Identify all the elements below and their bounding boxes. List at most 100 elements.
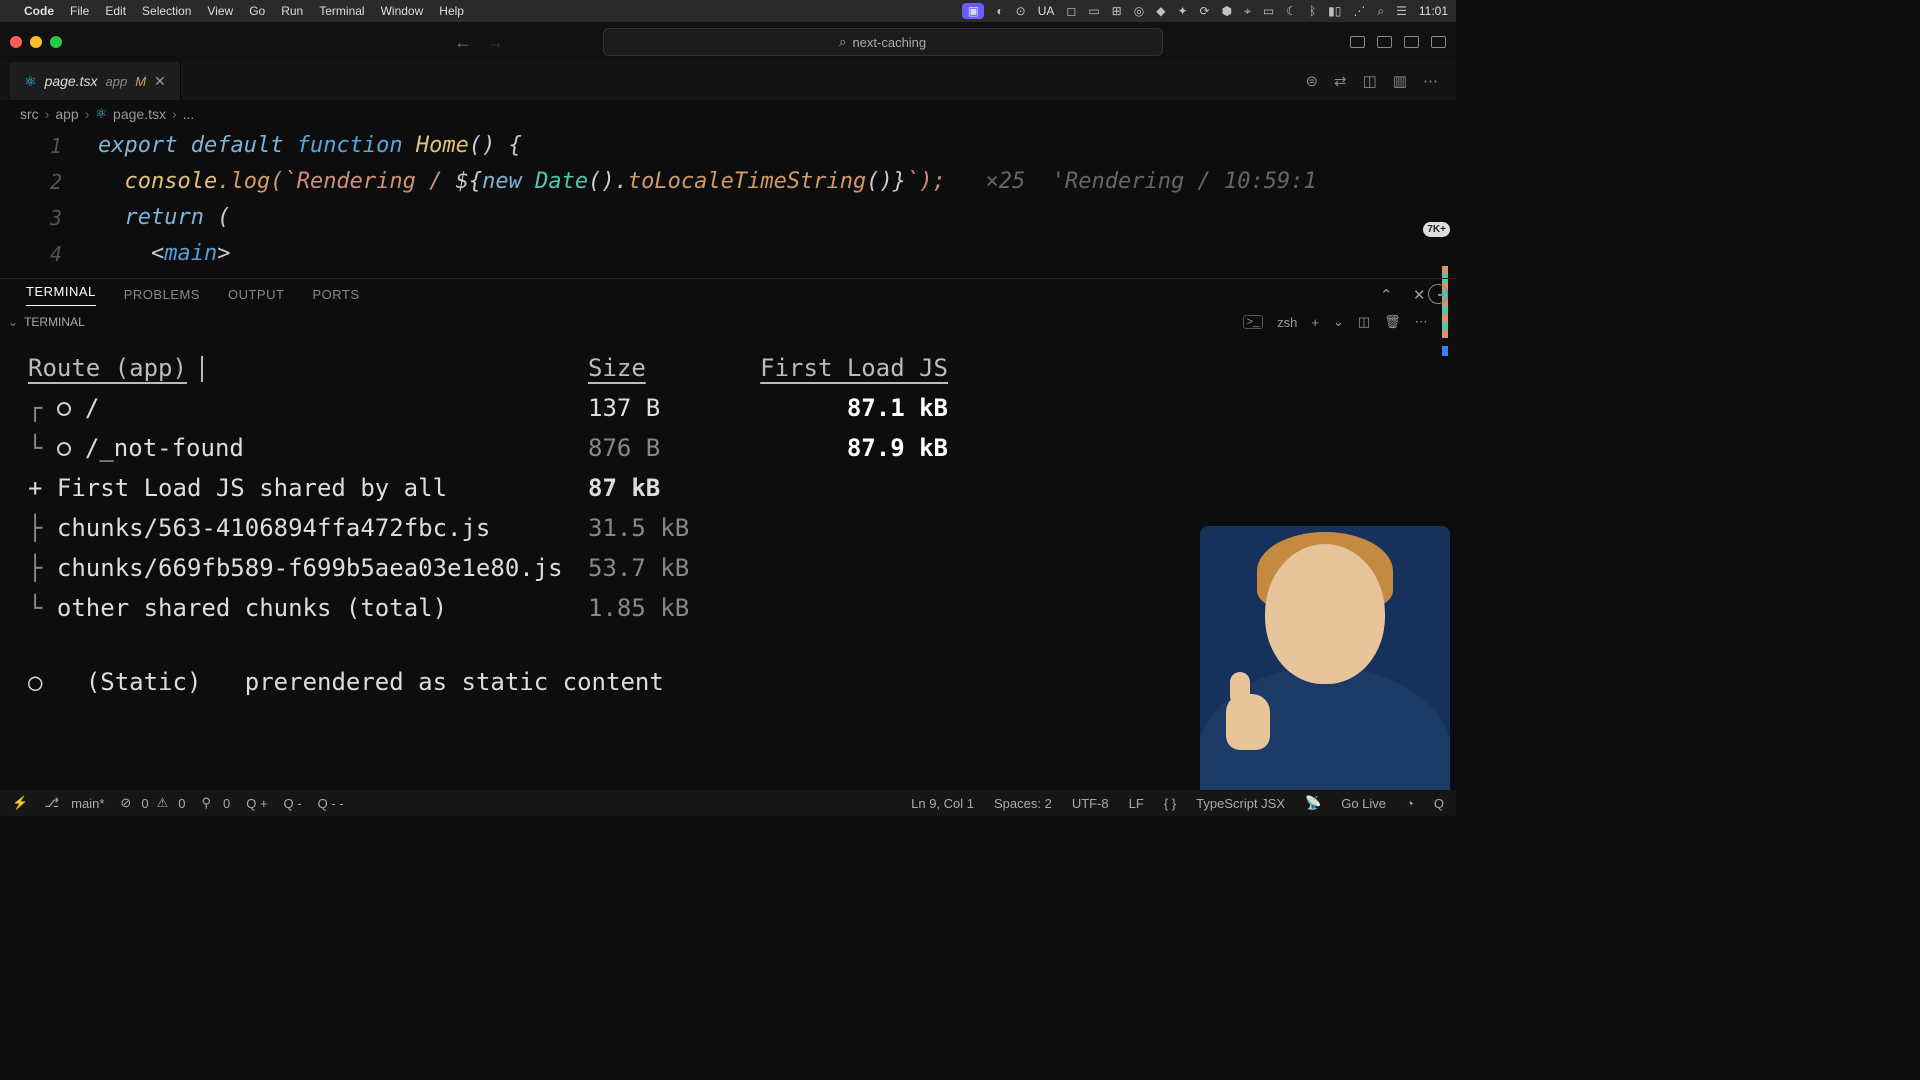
panel-close-icon[interactable]: ✕	[1413, 286, 1426, 304]
status-icon[interactable]: ⊙	[1016, 4, 1026, 18]
cursor-position[interactable]: Ln 9, Col 1	[911, 796, 974, 811]
status-icon[interactable]: ⟳	[1200, 4, 1210, 18]
minimize-window-button[interactable]	[30, 36, 42, 48]
menu-view[interactable]: View	[207, 4, 233, 18]
copilot-icon[interactable]: ⊜	[1305, 72, 1318, 90]
menu-selection[interactable]: Selection	[142, 4, 191, 18]
go-live-button[interactable]: Go Live	[1341, 796, 1386, 811]
panel-tab-terminal[interactable]: TERMINAL	[26, 284, 96, 306]
breadcrumb-seg[interactable]: src	[20, 106, 39, 122]
braces-icon[interactable]: { }	[1164, 796, 1176, 811]
search-icon[interactable]: ⌕	[1377, 4, 1384, 19]
ports-forwarded[interactable]: 0	[201, 795, 230, 811]
chevron-down-icon[interactable]: ⌄	[8, 315, 18, 329]
tab-close-icon[interactable]: ✕	[154, 73, 166, 90]
search-icon: ⌕	[839, 34, 846, 50]
language-mode[interactable]: TypeScript JSX	[1196, 796, 1285, 811]
nav-back-icon[interactable]: ←	[454, 32, 472, 53]
wifi-icon[interactable]: ⋰	[1353, 4, 1365, 18]
statusbar: ⚡ main* 0 0 0 Q + Q - Q - - Ln 9, Col 1 …	[0, 790, 1456, 816]
macos-menubar: Code File Edit Selection View Go Run Ter…	[0, 0, 1456, 22]
layout-terminal-icon[interactable]: ◫	[1358, 314, 1370, 330]
build-output-table: Route (app) Size First Load JS ┌ / 137 B…	[28, 348, 948, 628]
static-marker-icon: ○	[28, 668, 42, 696]
more-icon[interactable]: ⋯	[1415, 314, 1428, 330]
shell-name[interactable]: zsh	[1277, 315, 1297, 330]
status-q-plus[interactable]: Q +	[246, 796, 267, 811]
errors-icon[interactable]	[120, 795, 133, 811]
bluetooth-icon[interactable]: ᛒ	[1309, 4, 1316, 18]
location-icon[interactable]: ⌖	[1244, 4, 1251, 19]
tab-dir: app	[106, 74, 128, 89]
chunk-row: └ other shared chunks (total) 1.85 kB	[28, 588, 948, 628]
line-gutter: 1234	[0, 128, 80, 272]
breadcrumb-seg[interactable]: page.tsx	[113, 106, 166, 122]
moon-icon[interactable]: ☾	[1286, 4, 1297, 18]
menu-file[interactable]: File	[70, 4, 89, 18]
static-marker-icon	[57, 442, 71, 456]
feedback-icon[interactable]: ◔	[1406, 796, 1414, 811]
command-center[interactable]: ⌕ next-caching	[603, 28, 1163, 56]
status-q[interactable]: Q	[1434, 796, 1444, 811]
new-terminal-icon[interactable]: +	[1311, 315, 1319, 330]
minimap-overview[interactable]	[1442, 346, 1448, 356]
status-icon[interactable]: ⬢	[1222, 4, 1232, 18]
more-icon[interactable]: ⋯	[1423, 72, 1438, 90]
status-icon[interactable]: ◻	[1066, 4, 1076, 18]
close-window-button[interactable]	[10, 36, 22, 48]
panel-tabs: TERMINAL PROBLEMS OUTPUT PORTS ⌃ ✕	[0, 278, 1456, 310]
breadcrumb-more[interactable]: ...	[183, 106, 195, 122]
menu-terminal[interactable]: Terminal	[319, 4, 364, 18]
menu-go[interactable]: Go	[249, 4, 265, 18]
panel-tab-output[interactable]: OUTPUT	[228, 287, 284, 302]
status-icon[interactable]: ⊞	[1112, 4, 1122, 18]
menu-window[interactable]: Window	[381, 4, 424, 18]
window-titlebar: ← → ⌕ next-caching	[0, 22, 1456, 62]
warnings-icon[interactable]	[157, 795, 171, 811]
split-terminal-dropdown-icon[interactable]: ⌄	[1333, 314, 1344, 330]
remote-icon[interactable]: ⚡	[12, 795, 28, 811]
encoding[interactable]: UTF-8	[1072, 796, 1109, 811]
nav-forward-icon[interactable]: →	[486, 32, 504, 53]
code-content[interactable]: export default function Home() { console…	[40, 128, 1456, 272]
status-icon[interactable]: ✦	[1177, 4, 1187, 18]
kill-terminal-icon[interactable]: 🗑	[1384, 314, 1401, 330]
status-q-minus[interactable]: Q -	[284, 796, 302, 811]
battery-icon[interactable]: ▮▯	[1328, 4, 1341, 18]
git-branch[interactable]: main*	[44, 795, 104, 811]
breadcrumb[interactable]: src › app › ⚛ page.tsx › ...	[0, 100, 1456, 128]
panel-tab-problems[interactable]: PROBLEMS	[124, 287, 200, 302]
clock[interactable]: 11:01	[1419, 4, 1448, 18]
split-editor-icon[interactable]: ◫	[1363, 72, 1377, 90]
panel-maximize-icon[interactable]: ⌃	[1380, 286, 1393, 304]
layout-bottom-icon[interactable]	[1377, 36, 1392, 48]
code-editor[interactable]: 1234 export default function Home() { co…	[0, 128, 1456, 272]
status-icon[interactable]: ▭	[1088, 4, 1099, 18]
panel-tab-ports[interactable]: PORTS	[312, 287, 359, 302]
indentation[interactable]: Spaces: 2	[994, 796, 1052, 811]
status-icon[interactable]: ◎	[1134, 4, 1144, 18]
layout-right-icon[interactable]	[1404, 36, 1419, 48]
status-purple-icon[interactable]: ▣	[962, 3, 984, 19]
layout-icon[interactable]: ▥	[1393, 72, 1407, 90]
chevron-right-icon: ›	[172, 106, 177, 122]
shared-row: + First Load JS shared by all 87 kB	[28, 468, 948, 508]
menu-help[interactable]: Help	[439, 4, 464, 18]
layout-custom-icon[interactable]	[1431, 36, 1446, 48]
traffic-lights	[10, 36, 62, 48]
status-q-minusminus[interactable]: Q - -	[318, 796, 344, 811]
controlcenter-icon[interactable]: ☰	[1396, 4, 1407, 18]
breadcrumb-seg[interactable]: app	[55, 106, 78, 122]
status-icon[interactable]: ▭	[1263, 4, 1274, 18]
status-icon[interactable]: ◆	[1156, 4, 1165, 18]
layout-left-icon[interactable]	[1350, 36, 1365, 48]
status-icon[interactable]: ◐	[996, 4, 1003, 18]
editor-tab-page[interactable]: ⚛ page.tsx app M ✕	[10, 62, 181, 100]
zoom-window-button[interactable]	[50, 36, 62, 48]
git-compare-icon[interactable]: ⇄	[1334, 72, 1347, 90]
eol[interactable]: LF	[1129, 796, 1144, 811]
status-ua[interactable]: UA	[1038, 4, 1055, 18]
app-name[interactable]: Code	[24, 4, 54, 18]
menu-run[interactable]: Run	[281, 4, 303, 18]
menu-edit[interactable]: Edit	[105, 4, 126, 18]
